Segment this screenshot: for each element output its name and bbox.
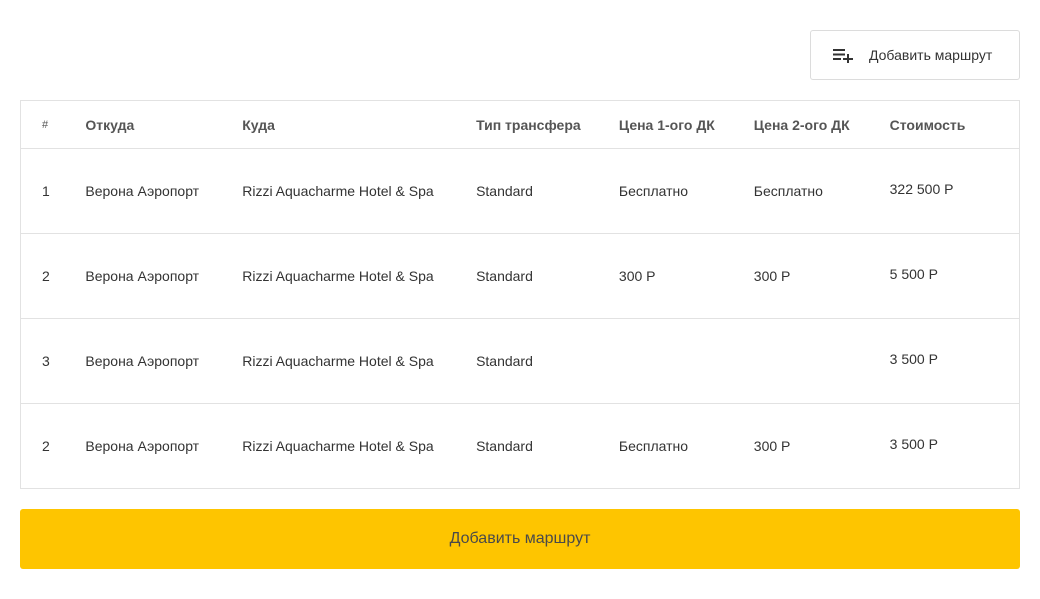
row-price-child2	[753, 318, 890, 404]
row-number: 2	[20, 233, 86, 319]
row-to: Rizzi Aquacharme Hotel & Spa	[242, 233, 477, 319]
row-price-child1: 300 Р	[618, 233, 754, 319]
col-transfer-type-header: Тип трансфера	[476, 100, 619, 149]
row-price-child1: Бесплатно	[618, 403, 754, 489]
row-price-child1	[618, 318, 754, 404]
col-price-child2-header: Цена 2-ого ДК	[753, 100, 890, 149]
row-from: Верона Аэропорт	[85, 148, 243, 234]
row-number: 2	[20, 403, 86, 489]
row-price-child2: 300 Р	[753, 403, 890, 489]
row-cost: 3 500 Р	[889, 316, 1020, 402]
row-number: 1	[20, 148, 86, 234]
row-number: 3	[20, 318, 86, 404]
row-to: Rizzi Aquacharme Hotel & Spa	[242, 403, 477, 489]
col-price-child1-header: Цена 1-ого ДК	[618, 100, 754, 149]
table-row[interactable]: 1 Верона Аэропорт Rizzi Aquacharme Hotel…	[20, 146, 1020, 234]
table-row[interactable]: 2 Верона Аэропорт Rizzi Aquacharme Hotel…	[20, 231, 1020, 319]
col-number-header: #	[20, 100, 86, 149]
table-header-row: # Откуда Куда Тип трансфера Цена 1-ого Д…	[20, 100, 1020, 149]
row-cost: 5 500 Р	[889, 231, 1020, 317]
col-from-header: Откуда	[85, 100, 243, 149]
add-route-bottom-label: Добавить маршрут	[449, 530, 591, 547]
row-from: Верона Аэропорт	[85, 403, 243, 489]
col-cost-header: Стоимость	[889, 100, 1020, 149]
row-transfer-type: Standard	[476, 233, 619, 319]
row-from: Верона Аэропорт	[85, 233, 243, 319]
table-row[interactable]: 3 Верона Аэропорт Rizzi Aquacharme Hotel…	[20, 316, 1020, 404]
add-route-bottom-button[interactable]: Добавить маршрут	[20, 509, 1020, 569]
routes-table: # Откуда Куда Тип трансфера Цена 1-ого Д…	[20, 100, 1020, 489]
row-cost: 3 500 Р	[889, 401, 1020, 487]
row-from: Верона Аэропорт	[85, 318, 243, 404]
add-route-top-button[interactable]: Добавить маршрут	[810, 30, 1020, 80]
row-price-child1: Бесплатно	[618, 148, 754, 234]
row-transfer-type: Standard	[476, 318, 619, 404]
playlist-add-icon	[832, 47, 854, 64]
row-cost: 322 500 Р	[889, 146, 1020, 232]
add-route-top-label: Добавить маршрут	[869, 47, 993, 63]
routes-page: Добавить маршрут # Откуда Куда Тип транс…	[0, 0, 1040, 599]
row-transfer-type: Standard	[476, 403, 619, 489]
row-to: Rizzi Aquacharme Hotel & Spa	[242, 148, 477, 234]
row-price-child2: 300 Р	[753, 233, 890, 319]
col-to-header: Куда	[242, 100, 477, 149]
row-price-child2: Бесплатно	[753, 148, 890, 234]
row-transfer-type: Standard	[476, 148, 619, 234]
row-to: Rizzi Aquacharme Hotel & Spa	[242, 318, 477, 404]
table-row[interactable]: 2 Верона Аэропорт Rizzi Aquacharme Hotel…	[20, 401, 1020, 489]
